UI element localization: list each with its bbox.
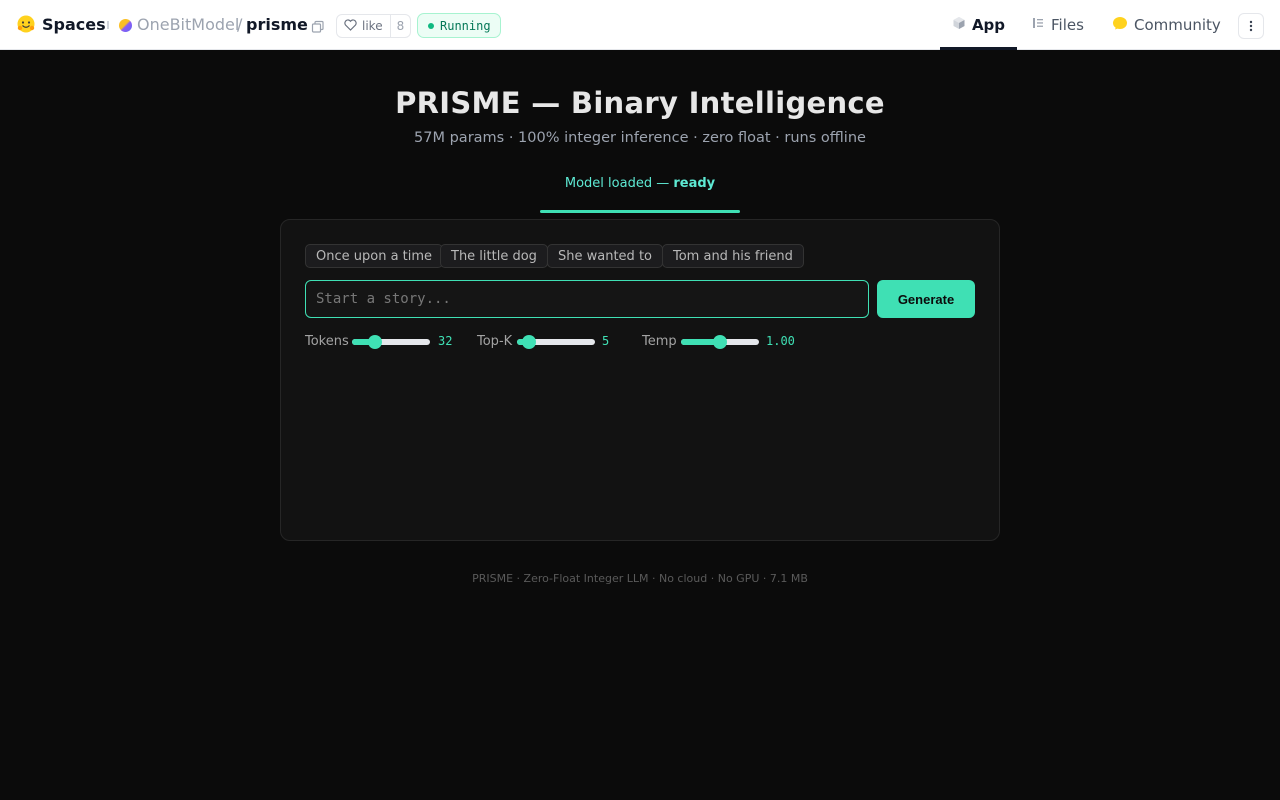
org-name-link[interactable]: OneBitModel: [137, 15, 239, 34]
slider-thumb[interactable]: [522, 335, 537, 349]
divider: [107, 21, 109, 29]
tab-app-label: App: [971, 16, 1006, 34]
model-status-prefix: Model loaded —: [564, 176, 674, 191]
prompt-chip[interactable]: The little dog: [440, 244, 548, 268]
model-status-bar: [540, 210, 740, 213]
tokens-value: 32: [438, 334, 453, 348]
temp-value: 1.00: [766, 334, 795, 348]
community-icon: [1112, 16, 1128, 34]
more-options-button[interactable]: [1238, 13, 1264, 39]
tokens-label: Tokens: [305, 334, 349, 349]
prompt-chip[interactable]: Once upon a time: [305, 244, 444, 268]
path-separator: /: [237, 15, 243, 34]
files-icon: [1031, 16, 1045, 34]
top-k-label: Top-K: [477, 334, 513, 349]
hugging-face-logo-icon: [16, 14, 36, 34]
model-status: Model loaded — ready: [540, 176, 740, 213]
like-label: like: [362, 19, 383, 33]
page-subtitle: 57M params · 100% integer inference · ze…: [414, 130, 866, 146]
kebab-menu-icon: [1249, 17, 1253, 36]
temp-label: Temp: [642, 334, 677, 349]
active-tab-indicator: [940, 47, 1017, 50]
status-dot-icon: [428, 22, 434, 29]
tab-community[interactable]: Community: [1112, 0, 1221, 50]
model-status-value: ready: [673, 176, 716, 191]
slider-thumb[interactable]: [368, 335, 382, 349]
like-button[interactable]: like 8: [336, 14, 412, 38]
tab-app[interactable]: App: [940, 0, 1017, 50]
copy-icon[interactable]: [311, 19, 325, 33]
page-title: PRISME — Binary Intelligence: [395, 86, 885, 120]
prompt-chip[interactable]: Tom and his friend: [662, 244, 804, 268]
tab-community-label: Community: [1134, 16, 1221, 34]
top-bar: Spaces OneBitModel / prisme like 8 Runni…: [0, 0, 1280, 50]
tab-files[interactable]: Files: [1031, 0, 1084, 50]
space-name-link[interactable]: prisme: [246, 15, 308, 34]
heart-icon: [344, 18, 357, 34]
status-label: Running: [440, 18, 491, 33]
tab-files-label: Files: [1051, 16, 1084, 34]
temp-slider[interactable]: [681, 335, 759, 349]
footer-text: PRISME · Zero-Float Integer LLM · No clo…: [472, 572, 808, 585]
story-input[interactable]: [305, 280, 869, 318]
cube-icon: [952, 16, 966, 34]
status-badge: Running: [417, 13, 501, 38]
tokens-slider[interactable]: [352, 335, 430, 349]
spaces-home-link[interactable]: Spaces: [16, 14, 106, 34]
org-avatar: [119, 19, 132, 32]
slider-thumb[interactable]: [713, 335, 727, 349]
generate-button[interactable]: Generate: [877, 280, 975, 318]
top-k-slider[interactable]: [517, 335, 595, 349]
prompt-chip[interactable]: She wanted to: [547, 244, 663, 268]
like-count: 8: [396, 19, 405, 33]
spaces-brand-label: Spaces: [42, 14, 106, 34]
top-k-value: 5: [602, 334, 610, 348]
